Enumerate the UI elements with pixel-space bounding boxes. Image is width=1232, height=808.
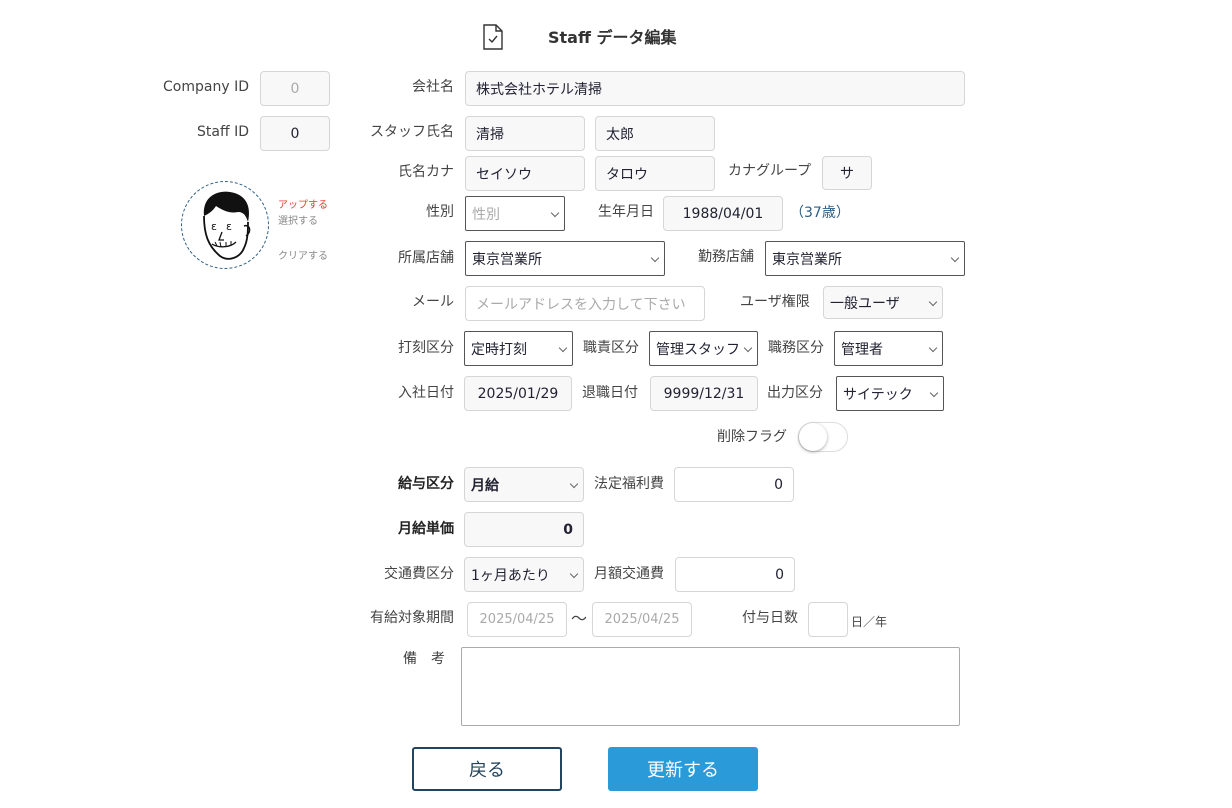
welfare-field[interactable]: 0 [674,467,794,502]
transport-type-select[interactable]: 1ヶ月あたり [464,557,584,592]
store-label: 所属店舗 [398,250,454,266]
chevron-down-icon [928,343,938,352]
salary-type-select[interactable]: 月給 [464,467,584,502]
date-range-separator: 〜 [571,609,588,628]
clock-select-value: 定時打刻 [471,341,527,358]
salary-type-select-value: 月給 [471,477,499,494]
svg-text:ε: ε [226,220,232,233]
grant-days-field[interactable] [808,602,848,637]
delete-flag-label: 削除フラグ [717,429,787,445]
email-field[interactable]: メールアドレスを入力して下さい [465,286,705,321]
clock-select[interactable]: 定時打刻 [464,331,573,366]
retire-date-label: 退職日付 [582,385,638,401]
user-role-select[interactable]: 一般ユーザ [823,286,943,319]
gender-label: 性別 [426,204,454,220]
company-id-label: Company ID [163,79,249,95]
chevron-down-icon [558,343,568,352]
monthly-transport-field[interactable]: 0 [675,557,795,592]
output-select-value: サイテック [843,386,913,403]
position-label: 職責区分 [583,340,639,356]
welfare-label: 法定福利費 [594,476,664,492]
email-label: メール [412,294,454,310]
company-id-field[interactable]: 0 [260,71,330,106]
chevron-down-icon [550,208,560,217]
grant-days-label: 付与日数 [742,610,798,626]
page-title: Staff データ編集 [548,28,677,47]
first-kana-field[interactable]: タロウ [595,156,715,191]
last-kana-field[interactable]: セイソウ [465,156,585,191]
hire-date-field[interactable]: 2025/01/29 [464,376,572,411]
output-select[interactable]: サイテック [836,376,944,411]
staff-id-label: Staff ID [197,124,249,140]
chevron-down-icon [650,253,660,262]
staff-id-field[interactable]: 0 [260,116,330,151]
kana-label: 氏名カナ [398,164,454,180]
first-name-field[interactable]: 太郎 [595,116,715,151]
duty-select-value: 管理者 [841,341,883,358]
work-store-select[interactable]: 東京営業所 [765,241,965,276]
document-check-icon [482,24,504,54]
user-role-label: ユーザ権限 [740,294,810,310]
photo-upload-link[interactable]: アップする [278,196,328,211]
chevron-down-icon [928,297,938,306]
store-select[interactable]: 東京営業所 [465,241,665,276]
user-role-select-value: 一般ユーザ [830,295,900,312]
monthly-unit-field[interactable]: 0 [464,512,584,547]
chevron-down-icon [950,253,960,262]
duty-label: 職務区分 [768,340,824,356]
back-button[interactable]: 戻る [412,747,562,791]
kana-group-field[interactable]: サ [822,156,872,190]
staff-name-label: スタッフ氏名 [370,124,454,140]
birthdate-label: 生年月日 [598,204,654,220]
toggle-knob [799,423,827,451]
photo-clear-link[interactable]: クリアする [278,247,328,262]
chevron-down-icon [929,388,939,397]
svg-text:ε: ε [211,220,217,233]
last-name-field[interactable]: 清掃 [465,116,585,151]
remarks-label: 備 考 [403,651,445,667]
chevron-down-icon [743,343,753,352]
grant-days-unit: 日／年 [851,615,888,629]
work-store-label: 勤務店舗 [698,249,754,265]
chevron-down-icon [569,569,579,578]
clock-label: 打刻区分 [398,340,454,356]
gender-select[interactable]: 性別 [465,196,565,231]
paid-leave-from-field[interactable]: 2025/04/25 [467,602,567,637]
paid-leave-label: 有給対象期間 [370,610,454,626]
retire-date-field[interactable]: 9999/12/31 [650,376,758,411]
chevron-down-icon [569,479,579,488]
monthly-unit-label: 月給単価 [398,521,454,537]
remarks-textarea[interactable] [461,647,960,726]
output-label: 出力区分 [767,385,823,401]
age-text: （37歳） [790,205,850,221]
duty-select[interactable]: 管理者 [834,331,943,366]
transport-type-select-value: 1ヶ月あたり [471,567,550,584]
monthly-transport-label: 月額交通費 [594,566,664,582]
company-name-field[interactable]: 株式会社ホテル清掃 [465,71,965,106]
kana-group-label: カナグループ [728,163,812,179]
delete-flag-toggle[interactable] [798,422,848,452]
work-store-select-value: 東京営業所 [772,251,842,268]
face-illustration-icon: ε ε [203,191,251,260]
update-button[interactable]: 更新する [608,747,758,791]
store-select-value: 東京営業所 [472,251,542,268]
position-select-value: 管理スタッフ [656,341,740,358]
salary-type-label: 給与区分 [398,476,454,492]
gender-select-value: 性別 [472,206,500,223]
position-select[interactable]: 管理スタッフ [649,331,758,366]
paid-leave-to-field[interactable]: 2025/04/25 [592,602,692,637]
hire-date-label: 入社日付 [398,385,454,401]
birthdate-field[interactable]: 1988/04/01 [663,196,783,231]
staff-photo-avatar[interactable]: ε ε [181,181,269,269]
company-name-label: 会社名 [412,79,454,95]
transport-type-label: 交通費区分 [384,566,454,582]
photo-select-link[interactable]: 選択する [278,212,318,227]
